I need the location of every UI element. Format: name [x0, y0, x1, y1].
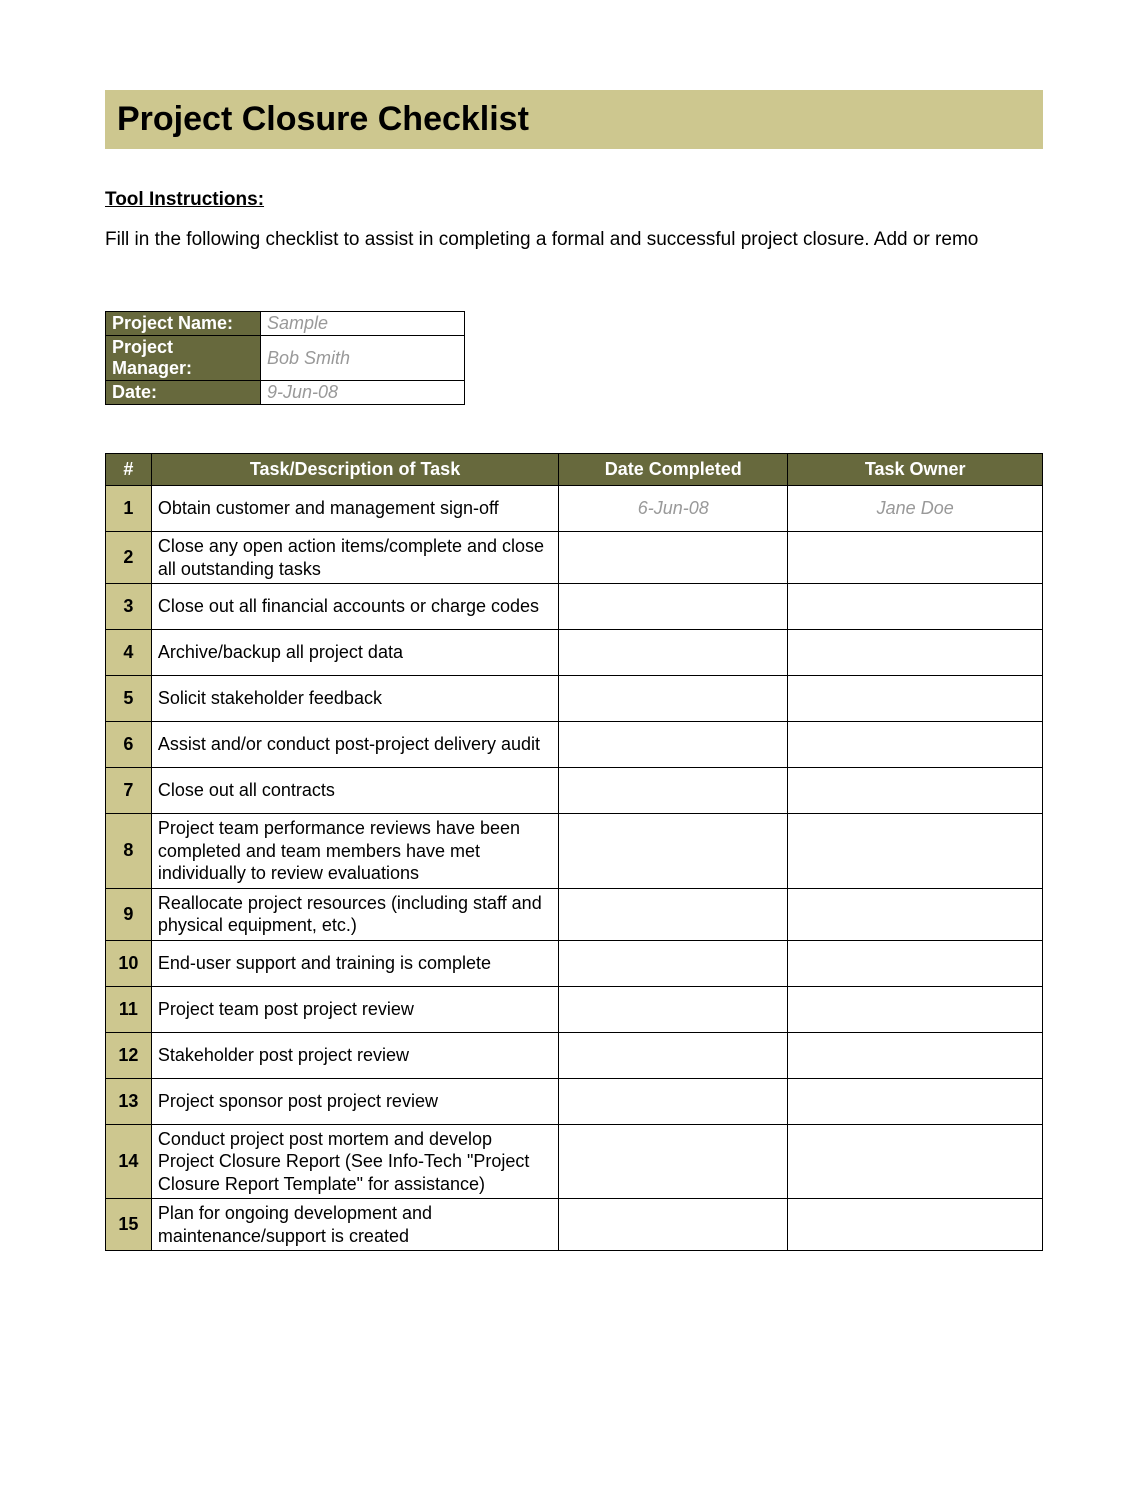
page-title: Project Closure Checklist [117, 100, 1031, 139]
row-number: 12 [106, 1032, 152, 1078]
row-number: 3 [106, 584, 152, 630]
task-description: Close out all financial accounts or char… [151, 584, 558, 630]
task-owner-cell[interactable] [788, 986, 1043, 1032]
row-number: 8 [106, 814, 152, 889]
date-completed-cell[interactable] [559, 630, 788, 676]
task-owner-cell[interactable] [788, 814, 1043, 889]
task-owner-cell[interactable]: Jane Doe [788, 486, 1043, 532]
row-number: 11 [106, 986, 152, 1032]
task-owner-cell[interactable] [788, 676, 1043, 722]
task-description: Plan for ongoing development and mainten… [151, 1199, 558, 1251]
date-completed-cell[interactable] [559, 532, 788, 584]
date-completed-cell[interactable] [559, 1032, 788, 1078]
date-completed-cell[interactable] [559, 768, 788, 814]
row-number: 7 [106, 768, 152, 814]
row-number: 10 [106, 940, 152, 986]
info-value-project-manager[interactable]: Bob Smith [261, 336, 465, 381]
date-completed-cell[interactable] [559, 888, 788, 940]
checklist-row: 5Solicit stakeholder feedback [106, 676, 1043, 722]
task-owner-cell[interactable] [788, 888, 1043, 940]
date-completed-cell[interactable] [559, 940, 788, 986]
instructions-text: Fill in the following checklist to assis… [105, 229, 1043, 251]
task-owner-cell[interactable] [788, 940, 1043, 986]
task-owner-cell[interactable] [788, 630, 1043, 676]
info-row-project-name: Project Name: Sample [106, 312, 465, 336]
task-owner-cell[interactable] [788, 768, 1043, 814]
checklist-table: # Task/Description of Task Date Complete… [105, 453, 1043, 1251]
row-number: 5 [106, 676, 152, 722]
info-value-date[interactable]: 9-Jun-08 [261, 381, 465, 405]
checklist-row: 9Reallocate project resources (including… [106, 888, 1043, 940]
task-owner-cell[interactable] [788, 1032, 1043, 1078]
task-description: Stakeholder post project review [151, 1032, 558, 1078]
checklist-row: 12Stakeholder post project review [106, 1032, 1043, 1078]
task-description: Conduct project post mortem and develop … [151, 1124, 558, 1199]
instructions-heading: Tool Instructions: [105, 189, 1043, 211]
checklist-row: 8Project team performance reviews have b… [106, 814, 1043, 889]
task-description: Project team performance reviews have be… [151, 814, 558, 889]
checklist-row: 10End-user support and training is compl… [106, 940, 1043, 986]
date-completed-cell[interactable] [559, 722, 788, 768]
task-owner-cell[interactable] [788, 1124, 1043, 1199]
row-number: 4 [106, 630, 152, 676]
checklist-header-row: # Task/Description of Task Date Complete… [106, 454, 1043, 486]
row-number: 14 [106, 1124, 152, 1199]
info-row-date: Date: 9-Jun-08 [106, 381, 465, 405]
date-completed-cell[interactable] [559, 814, 788, 889]
date-completed-cell[interactable] [559, 676, 788, 722]
checklist-row: 13Project sponsor post project review [106, 1078, 1043, 1124]
header-date: Date Completed [559, 454, 788, 486]
title-banner: Project Closure Checklist [105, 90, 1043, 149]
row-number: 9 [106, 888, 152, 940]
task-description: Solicit stakeholder feedback [151, 676, 558, 722]
task-description: Reallocate project resources (including … [151, 888, 558, 940]
date-completed-cell[interactable]: 6-Jun-08 [559, 486, 788, 532]
checklist-row: 11Project team post project review [106, 986, 1043, 1032]
row-number: 2 [106, 532, 152, 584]
info-value-project-name[interactable]: Sample [261, 312, 465, 336]
checklist-row: 7Close out all contracts [106, 768, 1043, 814]
info-label-project-manager: Project Manager: [106, 336, 261, 381]
header-num: # [106, 454, 152, 486]
date-completed-cell[interactable] [559, 584, 788, 630]
task-owner-cell[interactable] [788, 1078, 1043, 1124]
checklist-row: 4Archive/backup all project data [106, 630, 1043, 676]
task-description: End-user support and training is complet… [151, 940, 558, 986]
checklist-row: 3Close out all financial accounts or cha… [106, 584, 1043, 630]
task-description: Close out all contracts [151, 768, 558, 814]
task-description: Obtain customer and management sign-off [151, 486, 558, 532]
info-label-date: Date: [106, 381, 261, 405]
date-completed-cell[interactable] [559, 986, 788, 1032]
checklist-row: 1Obtain customer and management sign-off… [106, 486, 1043, 532]
date-completed-cell[interactable] [559, 1199, 788, 1251]
row-number: 6 [106, 722, 152, 768]
checklist-row: 2Close any open action items/complete an… [106, 532, 1043, 584]
header-owner: Task Owner [788, 454, 1043, 486]
info-label-project-name: Project Name: [106, 312, 261, 336]
row-number: 1 [106, 486, 152, 532]
task-description: Project team post project review [151, 986, 558, 1032]
task-owner-cell[interactable] [788, 1199, 1043, 1251]
task-description: Project sponsor post project review [151, 1078, 558, 1124]
checklist-row: 14Conduct project post mortem and develo… [106, 1124, 1043, 1199]
task-description: Close any open action items/complete and… [151, 532, 558, 584]
date-completed-cell[interactable] [559, 1124, 788, 1199]
task-description: Archive/backup all project data [151, 630, 558, 676]
header-task: Task/Description of Task [151, 454, 558, 486]
task-description: Assist and/or conduct post-project deliv… [151, 722, 558, 768]
checklist-row: 6Assist and/or conduct post-project deli… [106, 722, 1043, 768]
task-owner-cell[interactable] [788, 532, 1043, 584]
task-owner-cell[interactable] [788, 722, 1043, 768]
checklist-row: 15Plan for ongoing development and maint… [106, 1199, 1043, 1251]
row-number: 13 [106, 1078, 152, 1124]
row-number: 15 [106, 1199, 152, 1251]
project-info-table: Project Name: Sample Project Manager: Bo… [105, 311, 465, 405]
date-completed-cell[interactable] [559, 1078, 788, 1124]
task-owner-cell[interactable] [788, 584, 1043, 630]
info-row-project-manager: Project Manager: Bob Smith [106, 336, 465, 381]
